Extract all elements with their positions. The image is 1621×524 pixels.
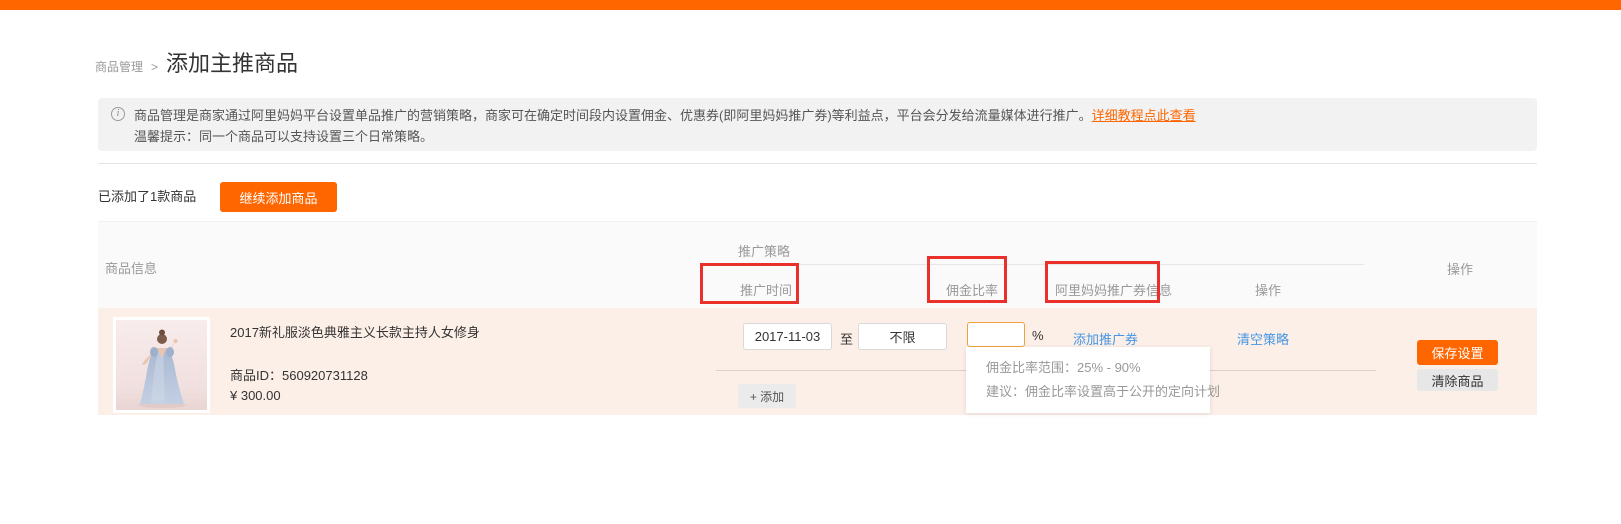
tooltip-advice-line: 建议：佣金比率设置高于公开的定向计划 xyxy=(986,381,1220,400)
add-time-button[interactable]: + 添加 xyxy=(738,384,796,408)
promo-start-date-input[interactable] xyxy=(743,323,832,350)
promo-end-date-input[interactable] xyxy=(858,323,947,350)
date-range-to-label: 至 xyxy=(840,329,853,348)
section-divider xyxy=(98,163,1537,164)
top-accent-bar xyxy=(0,0,1621,10)
product-title: 2017新礼服淡色典雅主义长款主持人女修身 xyxy=(230,322,480,341)
tooltip-range-line: 佣金比率范围：25% - 90% xyxy=(986,357,1141,376)
continue-add-button[interactable]: 继续添加商品 xyxy=(220,182,337,212)
added-count-text: 已添加了1款商品 xyxy=(98,186,196,205)
strategy-group-divider xyxy=(716,264,1364,265)
product-image xyxy=(113,317,210,413)
breadcrumb-separator: > xyxy=(151,60,158,74)
notice-text: 商品管理是商家通过阿里妈妈平台设置单品推广的营销策略，商家可在确定时间段内设置佣… xyxy=(134,105,1196,147)
col-header-action-mid: 操作 xyxy=(1255,280,1281,299)
tutorial-link[interactable]: 详细教程点此查看 xyxy=(1092,108,1196,123)
col-header-action-right: 操作 xyxy=(1447,259,1473,278)
notice-line1: 商品管理是商家通过阿里妈妈平台设置单品推广的营销策略，商家可在确定时间段内设置佣… xyxy=(134,105,1196,126)
page: 商品管理 > 添加主推商品 i 商品管理是商家通过阿里妈妈平台设置单品推广的营销… xyxy=(0,0,1621,524)
clear-strategy-link[interactable]: 清空策略 xyxy=(1237,329,1289,348)
info-icon: i xyxy=(111,107,125,121)
col-header-strategy-group: 推广策略 xyxy=(738,241,790,260)
add-coupon-link[interactable]: 添加推广券 xyxy=(1073,329,1138,348)
highlight-box-promo-time xyxy=(700,263,799,304)
breadcrumb: 商品管理 > 添加主推商品 xyxy=(95,46,298,78)
commission-rate-input[interactable] xyxy=(967,322,1025,347)
highlight-box-commission-rate xyxy=(927,256,1007,303)
commission-rate-tooltip: 佣金比率范围：25% - 90% 建议：佣金比率设置高于公开的定向计划 xyxy=(966,347,1210,413)
notice-line2: 温馨提示：同一个商品可以支持设置三个日常策略。 xyxy=(134,126,1196,147)
product-price: ¥ 300.00 xyxy=(230,388,281,403)
highlight-box-coupon-info xyxy=(1045,261,1160,303)
save-settings-button[interactable]: 保存设置 xyxy=(1417,340,1498,365)
dress-photo-graphic xyxy=(113,317,210,413)
page-title: 添加主推商品 xyxy=(166,46,298,78)
breadcrumb-parent-link[interactable]: 商品管理 xyxy=(95,58,143,75)
product-id: 商品ID：560920731128 xyxy=(230,365,368,384)
remove-product-button[interactable]: 清除商品 xyxy=(1417,369,1498,391)
product-table-row: 2017新礼服淡色典雅主义长款主持人女修身 商品ID：560920731128 … xyxy=(98,308,1537,415)
notice-box: i 商品管理是商家通过阿里妈妈平台设置单品推广的营销策略，商家可在确定时间段内设… xyxy=(98,98,1537,151)
col-header-product-info: 商品信息 xyxy=(105,258,157,277)
percent-sign: % xyxy=(1032,328,1044,343)
